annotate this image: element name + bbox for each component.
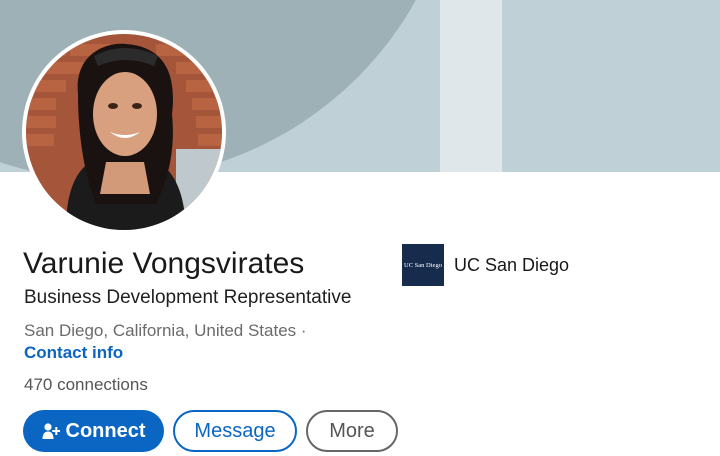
organization-name: UC San Diego bbox=[454, 254, 570, 275]
contact-info-link[interactable]: Contact info bbox=[24, 342, 123, 364]
connect-label: Connect bbox=[65, 419, 146, 442]
add-person-icon bbox=[42, 422, 60, 440]
profile-name: Varunie Vongsvirates bbox=[23, 247, 305, 280]
connections-count[interactable]: 470 connections bbox=[24, 374, 148, 396]
connect-button[interactable]: Connect bbox=[23, 410, 164, 452]
organization-link[interactable]: UC San Diego UC San Diego bbox=[402, 244, 569, 286]
profile-headline: Business Development Representative bbox=[24, 287, 352, 308]
banner-stripe bbox=[440, 0, 502, 172]
profile-avatar[interactable] bbox=[22, 30, 226, 234]
profile-location: San Diego, California, United States · bbox=[24, 321, 307, 340]
more-button[interactable]: More bbox=[306, 410, 398, 452]
avatar-photo bbox=[26, 34, 222, 230]
message-button[interactable]: Message bbox=[173, 410, 297, 452]
organization-logo: UC San Diego bbox=[402, 244, 444, 286]
